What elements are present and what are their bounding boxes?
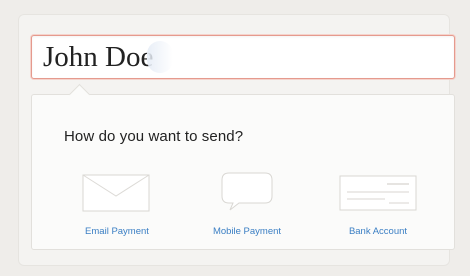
bank-account-option[interactable]: Bank Account bbox=[323, 170, 433, 242]
autocomplete-highlight bbox=[147, 41, 174, 73]
check-icon bbox=[339, 175, 417, 211]
send-method-prompt: How do you want to send? bbox=[64, 128, 244, 145]
mobile-payment-option[interactable]: Mobile Payment bbox=[192, 170, 302, 242]
envelope-icon bbox=[82, 174, 150, 212]
recipient-name-input[interactable]: John Doe bbox=[31, 35, 455, 79]
bank-account-label: Bank Account bbox=[348, 226, 408, 237]
speech-bubble-icon bbox=[221, 172, 273, 211]
recipient-name-value: John Doe bbox=[43, 41, 154, 73]
email-payment-option[interactable]: Email Payment bbox=[62, 170, 172, 242]
email-payment-label: Email Payment bbox=[85, 226, 149, 237]
mobile-payment-label: Mobile Payment bbox=[212, 226, 282, 237]
